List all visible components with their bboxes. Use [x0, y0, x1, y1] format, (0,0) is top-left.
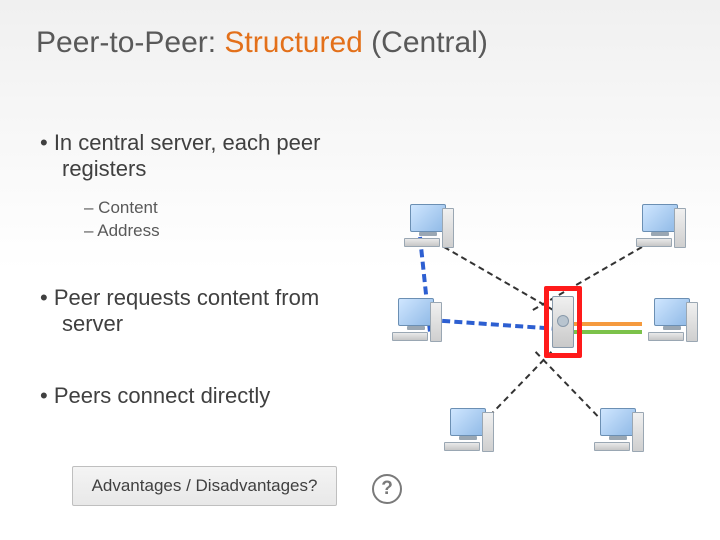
peer-mid-left [390, 298, 442, 350]
title-suffix: (Central) [363, 26, 488, 59]
bullet-2: • Peer requests content from server [40, 285, 380, 338]
slide-title: Peer-to-Peer: Structured (Central) [36, 26, 488, 60]
network-diagram [390, 200, 700, 460]
bullet-1b: – Address [84, 220, 380, 243]
peer-mid-right [646, 298, 698, 350]
server-center [552, 296, 574, 348]
bullet-3: • Peers connect directly [40, 383, 380, 409]
bullet-1a: – Content [84, 197, 380, 220]
footer-text: Advantages / Disadvantages? [92, 476, 318, 496]
peer-bottom-left [442, 408, 494, 460]
bullet-1: • In central server, each peer registers [40, 130, 380, 183]
peer-top-left [402, 204, 454, 256]
link-ml-server-blue [430, 318, 560, 331]
title-accent: Structured [224, 26, 362, 59]
peer-bottom-right [592, 408, 644, 460]
link-tl-server [444, 246, 554, 311]
peer-top-right [634, 204, 686, 256]
bullet-list: • In central server, each peer registers… [40, 130, 380, 414]
question-mark-icon: ? [372, 474, 402, 504]
footer-question-box: Advantages / Disadvantages? [72, 466, 337, 506]
title-prefix: Peer-to-Peer: [36, 26, 224, 59]
